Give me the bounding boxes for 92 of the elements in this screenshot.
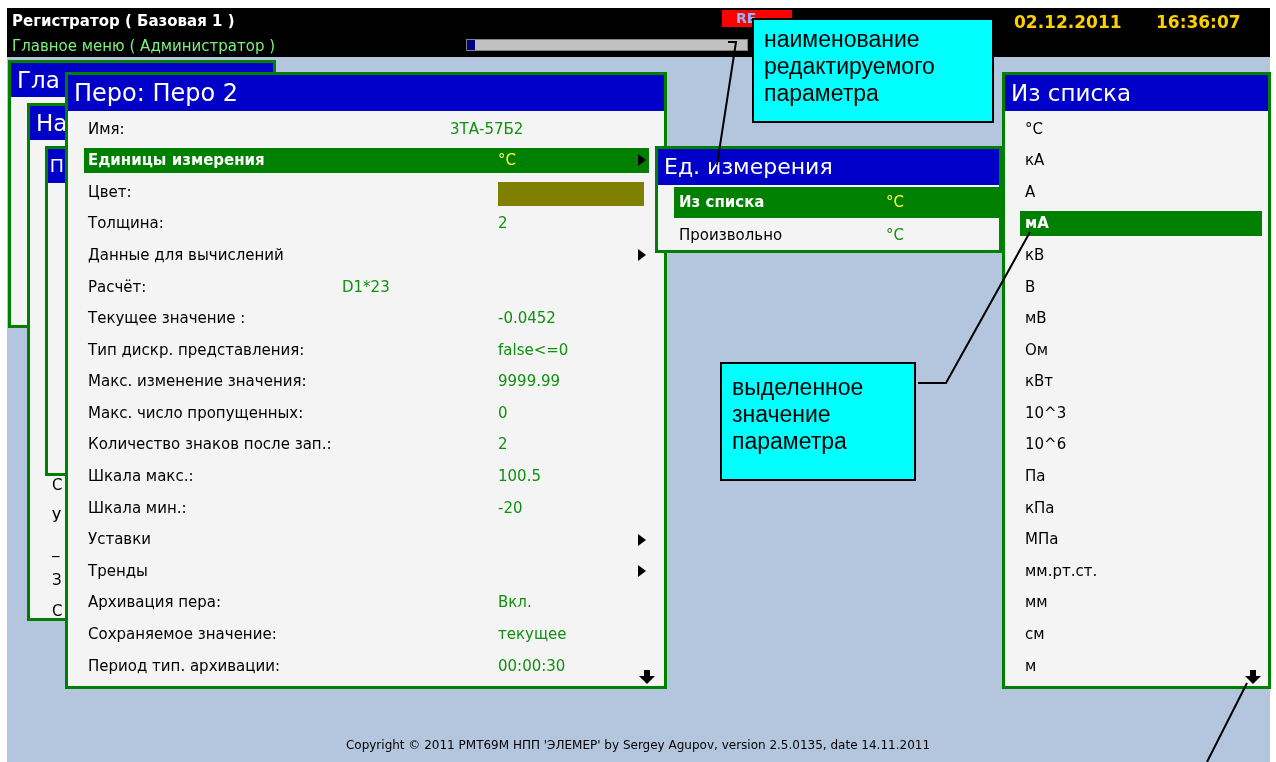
parameter-value: -0.0452	[498, 308, 556, 330]
device-title: Регистратор ( Базовая 1 )	[12, 11, 235, 32]
option-value: °C	[886, 225, 904, 247]
list-item[interactable]: кВ	[1020, 242, 1262, 268]
menu-row[interactable]: Текущее значение : -0.0452	[84, 305, 649, 332]
parameter-value: D1*23	[342, 276, 390, 298]
parameter-label: Единицы измерения	[88, 150, 265, 172]
color-swatch[interactable]	[498, 182, 644, 207]
parameter-value: Вкл.	[498, 592, 532, 614]
parameter-value: 3ТА-57Б2	[450, 118, 524, 140]
option-value: °C	[886, 192, 904, 214]
parameter-label: Макс. изменение значения:	[88, 371, 307, 393]
parameter-label: Сохраняемое значение:	[88, 624, 277, 646]
parameter-label: Шкала мин.:	[88, 497, 187, 519]
callout-note: выделенное значение параметра	[720, 362, 916, 481]
parameter-value: false<=0	[498, 339, 569, 361]
list-item[interactable]: м	[1020, 653, 1262, 679]
parameter-label: Период тип. архивации:	[88, 655, 281, 677]
parameter-value: 100.5	[498, 466, 541, 488]
window-title: Ед. измерения	[658, 149, 999, 185]
menu-row[interactable]: Произвольно °C	[674, 220, 999, 250]
option-label: Из списка	[679, 192, 765, 214]
list-item[interactable]: 10^6	[1020, 431, 1262, 458]
menu-row[interactable]: Расчёт: D1*23	[84, 273, 649, 300]
parameter-value: 2	[498, 213, 508, 235]
scroll-down-icon[interactable]	[639, 670, 655, 684]
parameter-value: текущее	[498, 624, 567, 646]
menu-row[interactable]: Количество знаков после зап.: 2	[84, 431, 649, 458]
time-text: 16:36:07	[1156, 11, 1241, 34]
menu-item[interactable]: У	[52, 501, 62, 534]
parameter-label: Расчёт:	[88, 276, 147, 298]
menu-item[interactable]: _	[52, 533, 60, 565]
parameter-value: -20	[498, 497, 523, 519]
menu-row[interactable]: Сохраняемое значение: текущее	[84, 621, 649, 648]
parameter-value: 0	[498, 402, 508, 424]
list-item[interactable]: А	[1020, 179, 1262, 205]
list-item[interactable]: мВ	[1020, 305, 1262, 332]
list-item[interactable]: мм	[1020, 589, 1262, 616]
menu-subtitle: Главное меню ( Администратор )	[12, 36, 276, 57]
date-text: 02.12.2011	[1014, 11, 1122, 34]
list-item[interactable]: мА	[1020, 210, 1262, 237]
copyright-text: Copyright © 2011 РМТ69М НПП 'ЭЛЕМЕР' by Sergey Agupov, version 2.5.0135, date 14.11.2011	[345, 737, 931, 754]
option-label: Произвольно	[679, 225, 783, 247]
window-title: Перо: Перо 2	[68, 75, 664, 111]
list-item[interactable]: мм.рт.ст.	[1020, 558, 1262, 584]
parameter-label: Цвет:	[88, 181, 132, 203]
parameter-value: 2	[498, 434, 508, 456]
list-item[interactable]: В	[1020, 273, 1262, 300]
submenu-arrow-icon[interactable]	[638, 565, 646, 578]
window-title: Из списка	[1005, 75, 1268, 111]
menu-row[interactable]: Единицы измерения °C	[84, 147, 649, 174]
menu-row[interactable]: Макс. число пропущенных: 0	[84, 400, 649, 426]
parameter-label: Толщина:	[88, 213, 164, 235]
parameter-label: Макс. число пропущенных:	[88, 402, 304, 424]
parameter-label: Имя:	[88, 118, 125, 140]
menu-row[interactable]: Толщина: 2	[84, 210, 649, 237]
list-item[interactable]: кПа	[1020, 495, 1262, 521]
menu-row[interactable]: Макс. изменение значения: 9999.99	[84, 368, 649, 395]
menu-item[interactable]: С	[52, 596, 63, 618]
list-item[interactable]: кВт	[1020, 368, 1262, 395]
submenu-arrow-icon[interactable]	[638, 533, 646, 546]
menu-row[interactable]: Уставки	[84, 526, 649, 553]
menu-row[interactable]: Тренды	[84, 558, 649, 584]
parameter-label: Данные для вычислений	[88, 244, 284, 266]
parameter-label: Уставки	[88, 529, 151, 551]
parameter-value: °C	[498, 150, 516, 172]
scroll-down-icon[interactable]	[1245, 670, 1261, 684]
menu-item[interactable]: З	[52, 564, 62, 597]
menu-row[interactable]: Шкала мин.: -20	[84, 495, 649, 521]
list-item[interactable]: 10^3	[1020, 400, 1262, 426]
list-item[interactable]: МПа	[1020, 526, 1262, 553]
parameter-label: Тип дискр. представления:	[88, 339, 305, 361]
menu-row[interactable]: Данные для вычислений	[84, 242, 649, 268]
parameter-label: Текущее значение :	[88, 308, 246, 330]
list-item[interactable]: кА	[1020, 147, 1262, 174]
parameter-label: Архивация пера:	[88, 592, 221, 614]
parameter-label: Шкала макс.:	[88, 466, 194, 488]
menu-row[interactable]: Из списка °C	[674, 187, 999, 218]
callout-note: наименование редактируемого параметра	[752, 18, 994, 123]
list-item[interactable]: °C	[1020, 116, 1262, 142]
menu-row[interactable]: Шкала макс.: 100.5	[84, 463, 649, 490]
submenu-arrow-icon[interactable]	[638, 249, 646, 262]
menu-row[interactable]: Тип дискр. представления: false<=0	[84, 337, 649, 363]
menu-row[interactable]: Архивация пера: Вкл.	[84, 589, 649, 616]
parameter-label: Тренды	[88, 560, 148, 582]
menu-row[interactable]: Период тип. архивации: 00:00:30	[84, 653, 649, 679]
parameter-value: 9999.99	[498, 371, 561, 393]
list-item[interactable]: Па	[1020, 463, 1262, 490]
list-item[interactable]: см	[1020, 621, 1262, 648]
parameter-value: 00:00:30	[498, 655, 566, 677]
parameter-label: Количество знаков после зап.:	[88, 434, 332, 456]
list-item[interactable]: Ом	[1020, 337, 1262, 363]
